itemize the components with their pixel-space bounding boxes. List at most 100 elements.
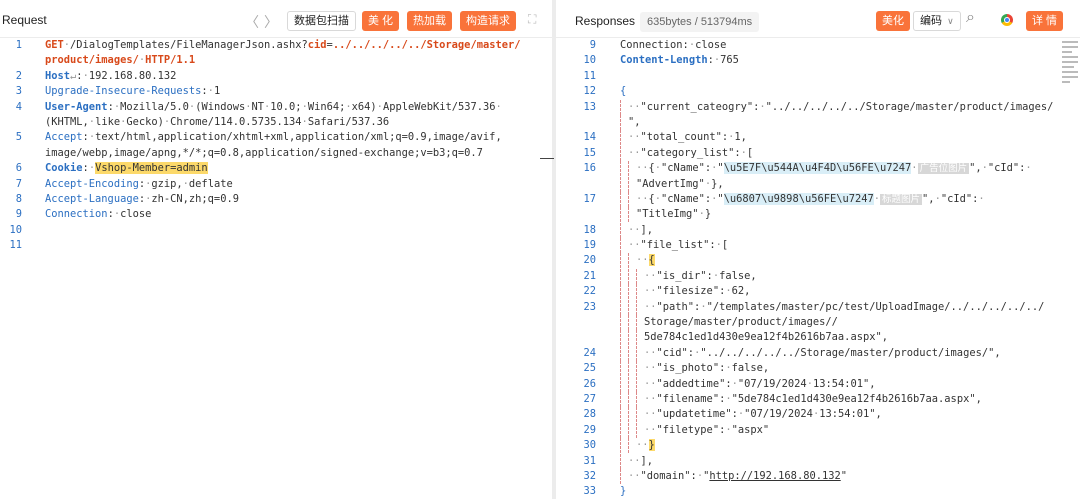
line-number: 2 [15, 69, 22, 82]
code-token: ·· [644, 377, 657, 390]
line-text: Accept-Encoding:·gzip,·deflate [45, 177, 233, 192]
code-token: \u5E7F\u544A\u4F4D\u56FE\u7247 [723, 162, 912, 175]
line-text: ··], [620, 222, 653, 238]
code-token: 192.168.80.132 [88, 69, 177, 82]
indent-guide [628, 345, 629, 361]
indent-guide [620, 438, 621, 454]
indent-guide [628, 438, 629, 454]
line-number: 28 [583, 408, 596, 421]
forward-arrow-icon[interactable]: 〉 [264, 12, 278, 32]
line-text: ··"cid":·"../../../../../Storage/master/… [620, 345, 1001, 361]
build-request-button[interactable]: 构造请求 [460, 11, 516, 31]
indent-guide [636, 361, 637, 377]
code-token: Vshop-Member=admin [95, 162, 208, 175]
request-pane: Request 〈 〉 数据包扫描 美 化 热加载 构造请求 ⛶ 1 GET·/D… [0, 0, 552, 499]
hot-load-button[interactable]: 热加载 [407, 11, 452, 31]
encoding-dropdown[interactable]: 编码 ∨ [913, 11, 961, 31]
line-text: ··"filename":·"5de784c1ed1d430e9ea12f4b2… [620, 391, 982, 407]
code-token: Upgrade-Insecure-Requests [45, 85, 202, 98]
indent-guide [620, 468, 621, 484]
code-token: gzip, [151, 177, 183, 190]
code-token: ·· [644, 362, 657, 375]
code-token: Safari/537.36 [307, 115, 390, 128]
line-text: ··], [620, 453, 653, 469]
indent-guide [620, 145, 621, 161]
code-token: false, [719, 269, 757, 282]
search-icon[interactable]: ⌕ [966, 9, 975, 27]
response-pane: Responses 635bytes / 513794ms 美化 编码 ∨ ⌕ … [556, 0, 1080, 499]
code-token: Connection: [620, 39, 689, 51]
code-token: "filetype": [656, 423, 726, 436]
indent-guide [620, 161, 621, 177]
line-number: 1 [15, 39, 22, 51]
code-token: " [840, 469, 847, 482]
indent-guide [628, 422, 629, 438]
code-token: ·· [636, 254, 649, 267]
line-number: 17 [583, 192, 596, 205]
indent-guide [620, 191, 621, 207]
code-token: [ [746, 146, 754, 159]
line-text: } [620, 484, 626, 499]
line-text: ··"category_list":·[ [620, 145, 754, 161]
encoding-label: 编码 [920, 15, 942, 27]
line-number: 8 [15, 192, 22, 205]
code-token: cid [307, 39, 327, 51]
packet-scan-button[interactable]: 数据包扫描 [287, 11, 356, 31]
indent-guide [636, 268, 637, 284]
code-token: Host [45, 69, 71, 82]
code-token: "total_count": [640, 131, 729, 144]
code-token: ", [969, 162, 982, 175]
indent-guide [628, 330, 629, 346]
code-token: · [911, 162, 918, 175]
code-token: "filename": [656, 392, 726, 405]
response-beautify-button[interactable]: 美化 [876, 11, 910, 31]
code-token: ·· [628, 469, 641, 482]
indent-guide [620, 130, 621, 146]
drag-handle-icon[interactable] [540, 158, 554, 159]
code-token: "addedtime": [656, 377, 732, 390]
code-token: "updatetime": [656, 408, 738, 421]
line-number: 10 [9, 223, 22, 236]
code-token: "is_dir": [656, 269, 713, 282]
beautify-button[interactable]: 美 化 [362, 11, 400, 31]
code-token: "cId": [987, 162, 1026, 175]
code-token: }, [711, 177, 724, 190]
details-button[interactable]: 详 情 [1026, 11, 1064, 31]
request-toolbar: Request 〈 〉 数据包扫描 美 化 热加载 构造请求 ⛶ [0, 0, 552, 38]
line-text: ··"is_dir":·false, [620, 268, 757, 284]
indent-guide [620, 299, 621, 315]
back-arrow-icon[interactable]: 〈 [245, 12, 259, 32]
line-number: 21 [583, 269, 596, 282]
code-token: 13:54:01", [812, 377, 876, 390]
code-token: ·· [628, 454, 641, 467]
code-token: /DialogTemplates/FileManagerJson.ashx? [70, 39, 308, 51]
line-text: (KHTML,·like·Gecko)·Chrome/114.0.5735.13… [45, 115, 389, 130]
indent-guide [636, 407, 637, 423]
line-text: ··"path":·"/templates/master/pc/test/Upl… [620, 299, 1044, 315]
code-token: ·· [628, 146, 641, 159]
indent-guide [620, 176, 621, 192]
code-token: ·· [644, 269, 657, 282]
line-text: image/webp,image/apng,*/*;q=0.8,applicat… [45, 146, 483, 161]
code-token: 5de784c1ed1d430e9ea12f4b2616b7aa.aspx", [644, 331, 888, 344]
indent-guide [628, 391, 629, 407]
indent-guide [620, 207, 621, 223]
indent-guide [620, 268, 621, 284]
code-token: 广告位图片 [917, 163, 970, 175]
code-token: ·· [644, 300, 657, 313]
line-text: Storage/master/product/images// [620, 315, 838, 331]
code-token: 13:54:01", [819, 408, 882, 421]
code-token: product/images/ [45, 54, 139, 67]
code-token: deflate [188, 177, 233, 190]
code-token: "file_list": [640, 239, 716, 252]
line-text: ··{·"cName":·"\u5E7F\u544A\u4F4D\u56FE\u… [620, 161, 1032, 177]
expand-icon[interactable]: ⛶ [528, 12, 536, 27]
line-number: 29 [583, 423, 596, 436]
minimap[interactable] [1060, 38, 1080, 98]
code-token: Chrome/114.0.5735.134 [170, 115, 302, 128]
request-title: Request [2, 13, 47, 27]
code-token: false, [731, 362, 770, 375]
chrome-icon[interactable] [1001, 14, 1013, 26]
line-text: ··"current_cateogry":·"../../../../../St… [620, 99, 1053, 115]
indent-guide [636, 299, 637, 315]
